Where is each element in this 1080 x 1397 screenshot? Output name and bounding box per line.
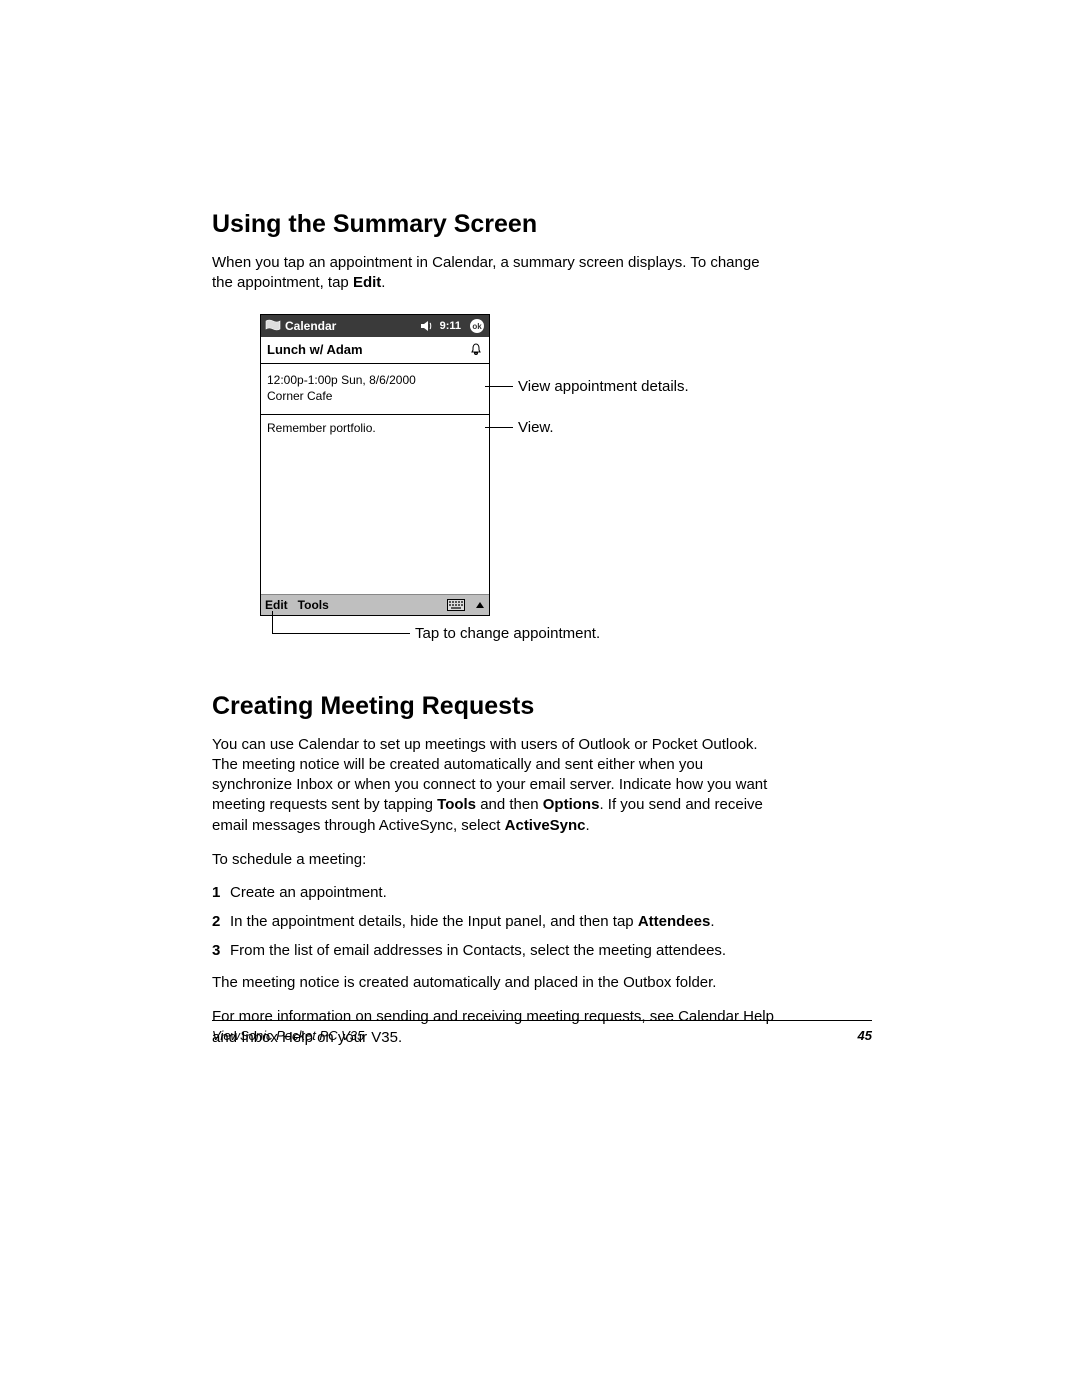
start-flag-icon[interactable]: [265, 319, 281, 333]
appointment-subject: Lunch w/ Adam: [267, 342, 363, 357]
appointment-details: 12:00p-1:00p Sun, 8/6/2000 Corner Cafe: [261, 364, 489, 415]
step-text: From the list of email addresses in Cont…: [230, 942, 726, 959]
footer-page-number: 45: [858, 1028, 872, 1043]
bold-options: Options: [543, 796, 600, 813]
appointment-location: Corner Cafe: [267, 388, 483, 404]
svg-text:ok: ok: [472, 322, 482, 331]
step-number: 2: [212, 913, 230, 930]
callout-line: [272, 611, 273, 633]
footer-rule: [212, 1020, 872, 1021]
bold-activesync: ActiveSync: [505, 817, 586, 834]
list-item: 3From the list of email addresses in Con…: [212, 942, 782, 959]
page-footer: ViewSonic Pocket PC V35 45: [212, 1028, 872, 1043]
text: When you tap an appointment in Calendar,…: [212, 254, 760, 291]
ok-button-icon[interactable]: ok: [469, 318, 485, 334]
alarm-bell-icon: [469, 342, 483, 356]
text: and then: [476, 796, 543, 813]
cmdbar-edit[interactable]: Edit: [265, 598, 288, 612]
callout-line: [485, 427, 513, 428]
keyboard-icon[interactable]: [447, 599, 465, 611]
step-text: .: [710, 913, 714, 930]
bold-edit: Edit: [353, 274, 381, 291]
list-item: 2In the appointment details, hide the In…: [212, 913, 782, 930]
step-number: 1: [212, 884, 230, 901]
screenshot-figure: Calendar 9:11 ok Lunch w/ Adam 12:00p-1:…: [260, 314, 820, 654]
app-title: Calendar: [285, 319, 336, 333]
pocketpc-window: Calendar 9:11 ok Lunch w/ Adam 12:00p-1:…: [260, 314, 490, 616]
step-text: Create an appointment.: [230, 884, 387, 901]
text: .: [381, 274, 385, 291]
outbox-paragraph: The meeting notice is created automatica…: [212, 973, 782, 993]
appointment-note: Remember portfolio.: [261, 415, 489, 594]
bold-tools: Tools: [437, 796, 476, 813]
appointment-datetime: 12:00p-1:00p Sun, 8/6/2000: [267, 372, 483, 388]
callout-view: View.: [518, 419, 554, 436]
cmdbar-tools[interactable]: Tools: [298, 598, 329, 612]
section-heading-meeting: Creating Meeting Requests: [212, 692, 872, 721]
steps-list: 1Create an appointment. 2In the appointm…: [212, 884, 782, 959]
list-item: 1Create an appointment.: [212, 884, 782, 901]
section2-paragraph: You can use Calendar to set up meetings …: [212, 735, 782, 836]
callout-edit: Tap to change appointment.: [415, 625, 600, 642]
section-heading-summary: Using the Summary Screen: [212, 210, 872, 239]
callout-details: View appointment details.: [518, 378, 689, 395]
callout-line: [272, 633, 410, 634]
text: .: [586, 817, 590, 834]
section1-paragraph: When you tap an appointment in Calendar,…: [212, 253, 782, 294]
step-number: 3: [212, 942, 230, 959]
bold-attendees: Attendees: [638, 913, 711, 930]
up-arrow-icon[interactable]: [475, 599, 485, 611]
clock-time: 9:11: [440, 320, 461, 332]
footer-product: ViewSonic Pocket PC V35: [212, 1028, 364, 1043]
note-text: Remember portfolio.: [267, 421, 376, 435]
speaker-icon[interactable]: [420, 320, 434, 332]
page: Using the Summary Screen When you tap an…: [0, 0, 1080, 1397]
command-bar: Edit Tools: [261, 594, 489, 615]
step-text: In the appointment details, hide the Inp…: [230, 913, 638, 930]
appointment-subject-row: Lunch w/ Adam: [261, 337, 489, 364]
schedule-lead: To schedule a meeting:: [212, 850, 782, 870]
callout-line: [485, 386, 513, 387]
titlebar: Calendar 9:11 ok: [261, 315, 489, 337]
